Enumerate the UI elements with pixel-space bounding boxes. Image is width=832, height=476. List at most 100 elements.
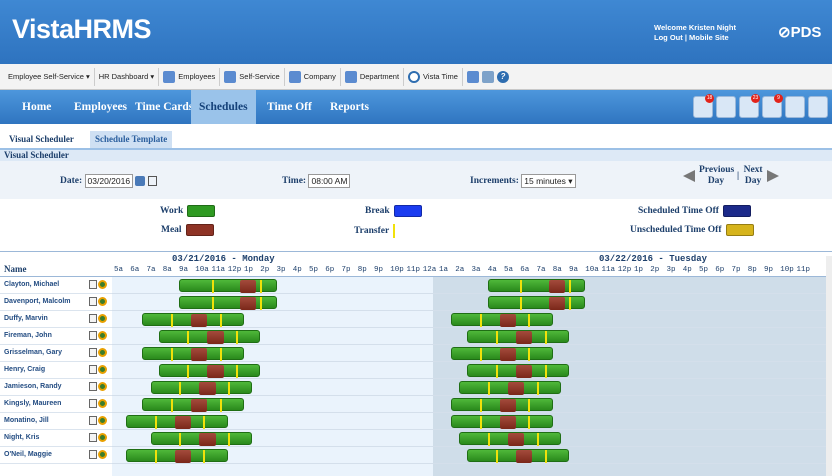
- status-icon[interactable]: [98, 297, 107, 306]
- company-shortcut[interactable]: Company: [285, 67, 341, 86]
- edit-schedule-icon[interactable]: [89, 450, 97, 459]
- break-marker[interactable]: [187, 331, 190, 344]
- status-icon[interactable]: [98, 433, 107, 442]
- menu-chevron-icon[interactable]: [808, 96, 828, 118]
- break-marker[interactable]: [219, 399, 222, 412]
- stop-alert-icon[interactable]: 18: [693, 94, 714, 118]
- break-marker[interactable]: [179, 382, 181, 395]
- break-marker[interactable]: [487, 382, 490, 395]
- break-marker[interactable]: [544, 365, 547, 378]
- meal-block[interactable]: [239, 280, 257, 293]
- break-marker[interactable]: [260, 297, 263, 310]
- break-marker[interactable]: [544, 331, 547, 344]
- edit-schedule-icon[interactable]: [89, 348, 97, 357]
- nav-schedules[interactable]: Schedules: [191, 90, 256, 124]
- meal-block[interactable]: [548, 280, 565, 293]
- meal-block[interactable]: [516, 331, 533, 344]
- next-day-link[interactable]: Next Day: [743, 165, 763, 187]
- help-icon[interactable]: ?: [496, 70, 509, 83]
- break-marker[interactable]: [203, 416, 206, 429]
- employees-shortcut[interactable]: Employees: [159, 67, 221, 86]
- org-chart-icon[interactable]: [466, 70, 479, 83]
- edit-schedule-icon[interactable]: [89, 382, 97, 391]
- break-marker[interactable]: [479, 314, 482, 327]
- meal-block[interactable]: [199, 382, 216, 395]
- status-icon[interactable]: [98, 331, 107, 340]
- meal-block[interactable]: [499, 416, 517, 429]
- break-marker[interactable]: [536, 433, 539, 446]
- calendar-icon[interactable]: [135, 176, 146, 186]
- break-marker[interactable]: [170, 314, 173, 327]
- employee-row[interactable]: Night, Kris: [0, 430, 112, 447]
- meal-block[interactable]: [499, 314, 517, 327]
- status-icon[interactable]: [98, 365, 107, 374]
- break-marker[interactable]: [170, 399, 173, 412]
- break-marker[interactable]: [479, 416, 482, 429]
- employee-name[interactable]: Fireman, John: [4, 332, 52, 339]
- edit-schedule-icon[interactable]: [89, 331, 97, 340]
- break-marker[interactable]: [528, 416, 531, 429]
- break-marker[interactable]: [544, 450, 547, 463]
- nav-home[interactable]: Home: [22, 90, 51, 124]
- meal-block[interactable]: [191, 399, 208, 412]
- break-marker[interactable]: [569, 297, 571, 310]
- meal-block[interactable]: [508, 382, 525, 395]
- meal-block[interactable]: [207, 331, 224, 344]
- break-marker[interactable]: [211, 297, 214, 310]
- break-marker[interactable]: [528, 348, 531, 361]
- nav-time-off[interactable]: Time Off: [267, 90, 312, 124]
- meal-block[interactable]: [499, 348, 517, 361]
- edit-schedule-icon[interactable]: [89, 399, 97, 408]
- mobile-site-link[interactable]: Mobile Site: [689, 33, 729, 42]
- break-marker[interactable]: [154, 416, 157, 429]
- break-marker[interactable]: [219, 348, 222, 361]
- break-marker[interactable]: [495, 365, 498, 378]
- employee-name[interactable]: Monatino, Jill: [4, 417, 49, 424]
- break-marker[interactable]: [569, 280, 571, 293]
- meal-block[interactable]: [174, 416, 192, 429]
- break-marker[interactable]: [154, 450, 157, 463]
- vista-time-shortcut[interactable]: Vista Time: [404, 67, 463, 86]
- previous-day-link[interactable]: Previous Day: [699, 165, 734, 187]
- break-marker[interactable]: [235, 331, 238, 344]
- next-arrow-icon[interactable]: [767, 170, 780, 182]
- edit-schedule-icon[interactable]: [89, 297, 97, 306]
- meal-block[interactable]: [239, 297, 257, 310]
- break-marker[interactable]: [479, 399, 482, 412]
- edit-schedule-icon[interactable]: [89, 280, 97, 289]
- meal-block[interactable]: [516, 365, 533, 378]
- tab-schedule-template[interactable]: Schedule Template: [90, 131, 173, 148]
- status-icon[interactable]: [98, 314, 107, 323]
- break-marker[interactable]: [260, 280, 263, 293]
- meal-block[interactable]: [191, 348, 208, 361]
- edit-schedule-icon[interactable]: [89, 416, 97, 425]
- break-marker[interactable]: [528, 314, 531, 327]
- break-marker[interactable]: [211, 280, 214, 293]
- warning-icon[interactable]: [716, 96, 736, 118]
- break-marker[interactable]: [170, 348, 173, 361]
- meal-block[interactable]: [191, 314, 208, 327]
- employee-row[interactable]: Henry, Craig: [0, 362, 112, 379]
- employee-name[interactable]: Grisselman, Gary: [4, 349, 62, 356]
- meal-block[interactable]: [199, 433, 216, 446]
- employee-name[interactable]: Duffy, Marvin: [4, 315, 48, 322]
- status-icon[interactable]: [98, 450, 107, 459]
- edit-schedule-icon[interactable]: [89, 365, 97, 374]
- break-marker[interactable]: [520, 297, 523, 310]
- break-marker[interactable]: [179, 433, 181, 446]
- nav-employees[interactable]: Employees: [74, 90, 127, 124]
- meal-block[interactable]: [508, 433, 525, 446]
- status-icon[interactable]: [98, 382, 107, 391]
- nav-reports[interactable]: Reports: [330, 90, 369, 124]
- employee-row[interactable]: Grisselman, Gary: [0, 345, 112, 362]
- break-marker[interactable]: [495, 331, 498, 344]
- employee-row[interactable]: Kingsly, Maureen: [0, 396, 112, 413]
- edit-schedule-icon[interactable]: [89, 433, 97, 442]
- edit-schedule-icon[interactable]: [89, 314, 97, 323]
- employee-row[interactable]: Clayton, Michael: [0, 277, 112, 294]
- employee-row[interactable]: Monatino, Jill: [0, 413, 112, 430]
- tools-icon[interactable]: [785, 96, 805, 118]
- status-icon[interactable]: [98, 416, 107, 425]
- approvals-icon[interactable]: 23: [739, 94, 760, 118]
- break-marker[interactable]: [227, 433, 230, 446]
